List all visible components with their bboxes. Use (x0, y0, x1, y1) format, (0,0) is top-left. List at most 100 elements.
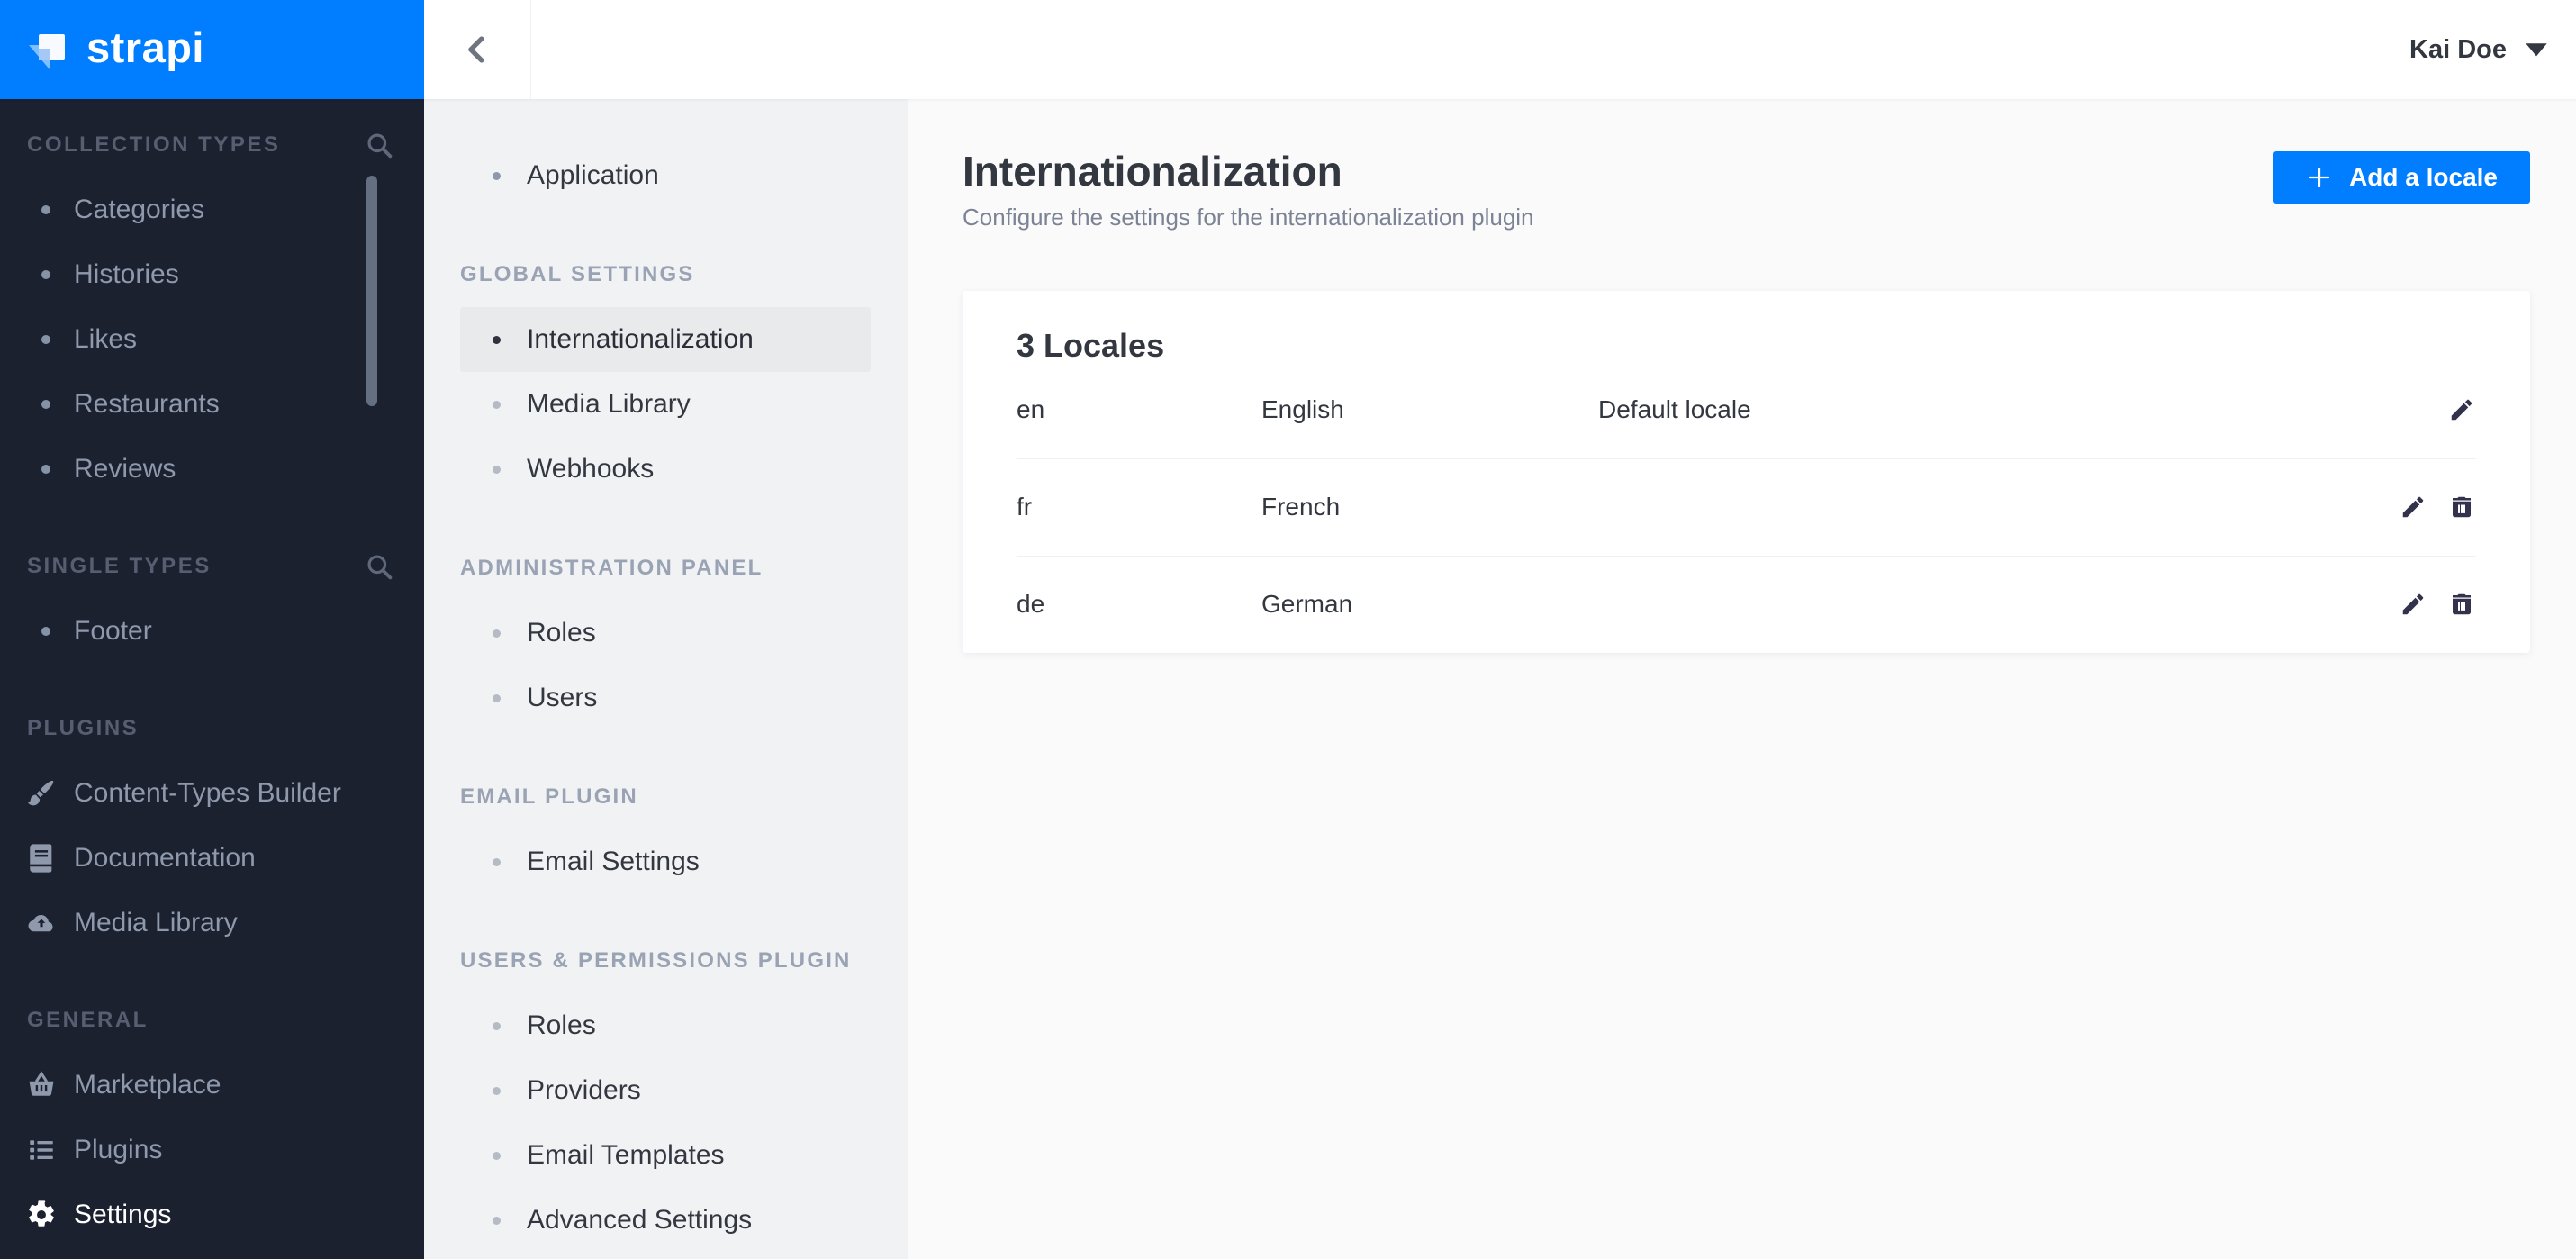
basket-icon (25, 1069, 58, 1101)
locales-card: 3 Locales en English Default locale fr F… (963, 290, 2530, 653)
subnav-item-webhooks[interactable]: Webhooks (460, 437, 871, 502)
bullet-icon (41, 270, 50, 279)
strapi-logo-icon (27, 28, 70, 71)
topbar: strapi Kai Doe (0, 0, 2576, 99)
bullet-icon (493, 1021, 501, 1030)
locales-card-title: 3 Locales (1017, 326, 1165, 364)
locale-code: de (1017, 590, 1045, 619)
section-header-single-types: SINGLE TYPES (0, 534, 424, 599)
app-body: COLLECTION TYPES Categories Histories Li… (0, 99, 2576, 1259)
sidebar-item-media-library[interactable]: Media Library (0, 891, 424, 956)
subnav-item-admin-users[interactable]: Users (460, 666, 871, 730)
list-icon (25, 1134, 58, 1166)
pencil-icon[interactable] (2448, 396, 2475, 423)
cloud-upload-icon (25, 907, 58, 939)
user-name: Kai Doe (2409, 34, 2507, 64)
subnav-header-email-plugin: EMAIL PLUGIN (460, 784, 638, 809)
delete-locale-button[interactable] (2447, 493, 2476, 521)
bullet-icon (493, 400, 501, 409)
strapi-logo[interactable]: strapi (0, 0, 424, 99)
user-menu[interactable]: Kai Doe (2409, 0, 2576, 99)
subnav-item-up-providers[interactable]: Providers (460, 1058, 871, 1123)
search-icon[interactable] (365, 131, 393, 159)
pencil-icon[interactable] (2400, 494, 2427, 521)
sidebar-item-likes[interactable]: Likes (0, 307, 424, 372)
page-header-text: Internationalization Configure the setti… (963, 149, 1534, 231)
sidebar-item-content-types-builder[interactable]: Content-Types Builder (0, 761, 424, 826)
bullet-icon (493, 1151, 501, 1160)
locale-code: en (1017, 394, 1045, 423)
section-header-general: GENERAL (27, 1008, 149, 1032)
pencil-icon[interactable] (2400, 591, 2427, 618)
subnav-item-media-library[interactable]: Media Library (460, 372, 871, 437)
sidebar-item-marketplace[interactable]: Marketplace (0, 1053, 424, 1118)
back-button[interactable] (424, 0, 531, 99)
locale-row-fr[interactable]: fr French (1017, 457, 2476, 556)
edit-locale-button[interactable] (2447, 395, 2476, 424)
trash-icon[interactable] (2448, 591, 2475, 618)
bullet-icon (493, 171, 501, 180)
page-subtitle: Configure the settings for the internati… (963, 203, 1534, 231)
subnav-header-users-permissions-plugin: USERS & PERMISSIONS PLUGIN (460, 948, 852, 973)
chevron-left-icon (460, 32, 494, 67)
add-locale-button[interactable]: Add a locale (2273, 151, 2530, 204)
subnav-item-application[interactable]: Application (460, 143, 871, 208)
subnav-header-global-settings: GLOBAL SETTINGS (460, 262, 695, 286)
strapi-admin-app: strapi Kai Doe COLLECTION TYPES Categori… (0, 0, 2576, 1259)
main-content: Internationalization Configure the setti… (908, 99, 2576, 1259)
bullet-icon (493, 857, 501, 866)
book-icon (25, 842, 58, 874)
row-actions (2399, 590, 2476, 619)
main-sidebar: COLLECTION TYPES Categories Histories Li… (0, 99, 424, 1259)
edit-locale-button[interactable] (2399, 590, 2427, 619)
bullet-icon (41, 400, 50, 409)
subnav-item-up-email-templates[interactable]: Email Templates (460, 1123, 871, 1188)
settings-subnav: Application GLOBAL SETTINGS Internationa… (424, 99, 908, 1259)
gear-icon (25, 1199, 58, 1231)
plus-icon (2306, 164, 2333, 191)
sidebar-scrollbar[interactable] (366, 176, 377, 406)
locale-name: French (1261, 493, 1341, 521)
trash-icon[interactable] (2448, 494, 2475, 521)
sidebar-item-categories[interactable]: Categories (0, 177, 424, 242)
logo-overlap-shape (39, 49, 50, 60)
subnav-item-up-advanced-settings[interactable]: Advanced Settings (460, 1188, 871, 1253)
bullet-icon (41, 335, 50, 344)
brush-icon (25, 777, 58, 810)
subnav-item-admin-roles[interactable]: Roles (460, 601, 871, 666)
sidebar-item-restaurants[interactable]: Restaurants (0, 372, 424, 437)
bullet-icon (493, 1086, 501, 1095)
caret-down-icon (2525, 41, 2548, 58)
bullet-icon (493, 1216, 501, 1225)
bullet-icon (493, 693, 501, 702)
bullet-icon (41, 205, 50, 214)
bullet-icon (493, 335, 501, 344)
sidebar-item-reviews[interactable]: Reviews (0, 437, 424, 502)
page-title: Internationalization (963, 148, 1342, 195)
locale-row-en[interactable]: en English Default locale (1017, 361, 2476, 458)
section-header-collection-types: COLLECTION TYPES (0, 113, 424, 177)
locale-name: German (1261, 590, 1353, 619)
subnav-item-up-roles[interactable]: Roles (460, 993, 871, 1058)
subnav-header-administration-panel: ADMINISTRATION PANEL (460, 556, 764, 580)
sidebar-item-footer[interactable]: Footer (0, 599, 424, 664)
search-icon[interactable] (365, 552, 393, 581)
brand-name: strapi (86, 23, 204, 71)
bullet-icon (41, 627, 50, 636)
locale-row-de[interactable]: de German (1017, 555, 2476, 653)
sidebar-item-settings[interactable]: Settings (0, 1182, 424, 1247)
subnav-item-email-settings[interactable]: Email Settings (460, 829, 871, 894)
sidebar-item-histories[interactable]: Histories (0, 242, 424, 307)
sidebar-item-documentation[interactable]: Documentation (0, 826, 424, 891)
section-header-plugins: PLUGINS (27, 716, 140, 740)
edit-locale-button[interactable] (2399, 493, 2427, 521)
locale-default-badge: Default locale (1598, 394, 1751, 423)
sidebar-item-plugins[interactable]: Plugins (0, 1118, 424, 1182)
bullet-icon (493, 465, 501, 474)
delete-locale-button[interactable] (2447, 590, 2476, 619)
bullet-icon (493, 629, 501, 638)
subnav-item-internationalization[interactable]: Internationalization (460, 307, 871, 372)
row-actions (2399, 493, 2476, 521)
locale-code: fr (1017, 493, 1033, 521)
